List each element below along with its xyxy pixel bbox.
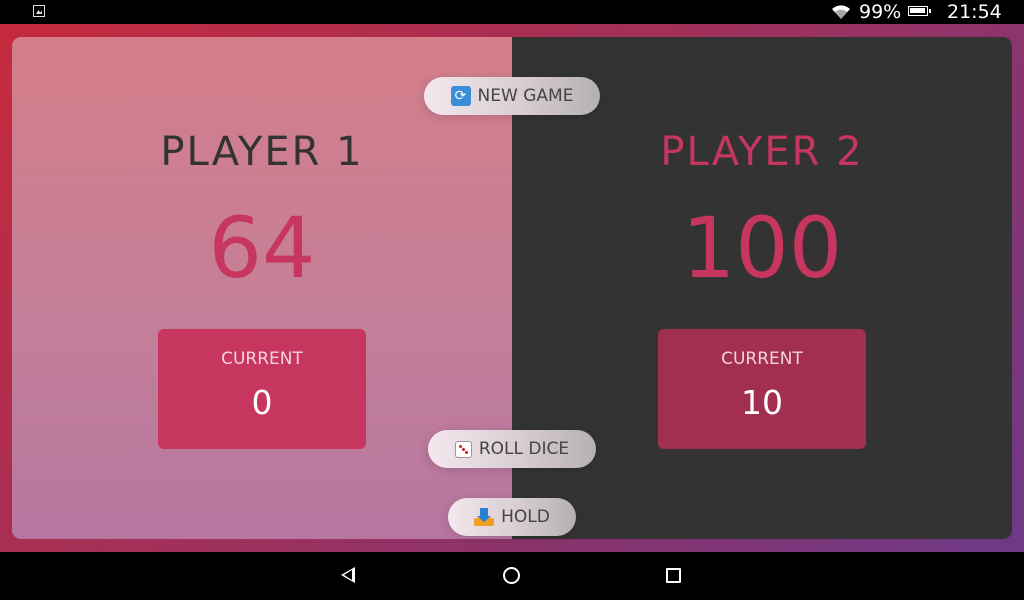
new-game-label: NEW GAME [477, 86, 574, 106]
roll-dice-button[interactable]: ROLL DICE [428, 430, 596, 468]
new-game-button[interactable]: ⟳ NEW GAME [424, 77, 600, 115]
recent-apps-icon[interactable] [666, 568, 681, 583]
clock: 21:54 [947, 1, 1002, 23]
image-notification-icon [33, 5, 45, 17]
battery-icon [908, 6, 931, 16]
dice-icon [454, 440, 472, 458]
player-2-name: PLAYER 2 [660, 129, 864, 175]
battery-percent: 99% [859, 1, 902, 23]
roll-dice-label: ROLL DICE [478, 439, 570, 459]
player-2-score: 100 [681, 199, 843, 297]
inbox-tray-icon [474, 508, 495, 526]
player-1-name: PLAYER 1 [160, 129, 364, 175]
player-1-score: 64 [208, 199, 316, 297]
hold-button[interactable]: HOLD [448, 498, 576, 536]
hold-label: HOLD [501, 507, 550, 527]
refresh-icon: ⟳ [450, 86, 471, 106]
navigation-bar [0, 552, 1024, 600]
player-1-current-box: CURRENT 0 [158, 329, 366, 449]
wifi-icon [832, 5, 850, 20]
player-2-current-label: CURRENT [721, 349, 803, 369]
back-icon[interactable] [341, 567, 355, 583]
player-1-current-value: 0 [251, 383, 273, 422]
player-2-current-box: CURRENT 10 [658, 329, 866, 449]
status-bar: 99% 21:54 [0, 0, 1024, 24]
player-1-current-label: CURRENT [221, 349, 303, 369]
home-icon[interactable] [503, 567, 520, 584]
player-2-current-value: 10 [741, 383, 783, 422]
